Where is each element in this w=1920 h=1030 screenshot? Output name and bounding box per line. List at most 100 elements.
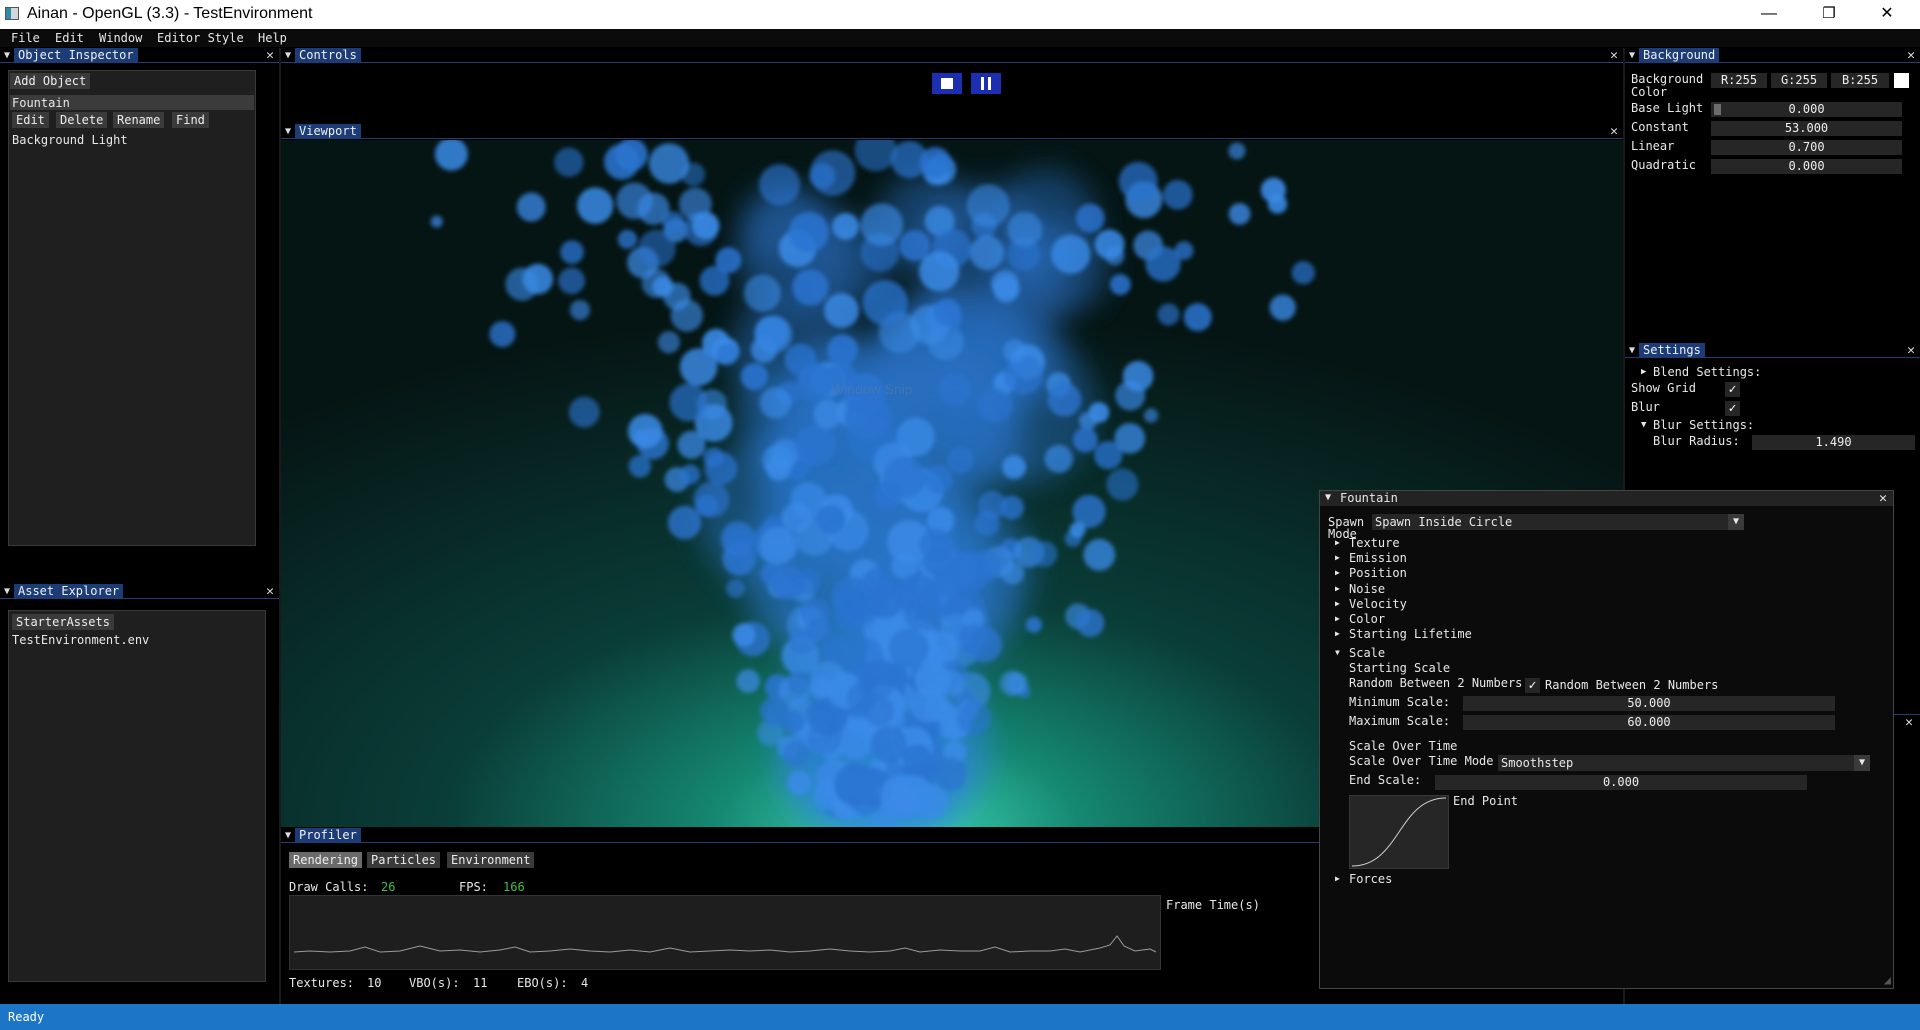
- controls-tab[interactable]: Controls: [295, 48, 361, 63]
- collapse-arrow-icon[interactable]: ▼: [285, 830, 291, 841]
- tab-environment[interactable]: Environment: [447, 852, 535, 868]
- close-icon[interactable]: ✕: [266, 48, 274, 63]
- close-icon[interactable]: ✕: [1610, 48, 1618, 63]
- tab-rendering[interactable]: Rendering: [289, 852, 363, 868]
- close-icon[interactable]: ✕: [1879, 491, 1887, 506]
- expand-arrow-icon[interactable]: ▶: [1335, 584, 1340, 593]
- scale-over-time-label: Scale Over Time: [1349, 739, 1458, 753]
- scale-node[interactable]: Scale: [1349, 646, 1385, 660]
- collapse-arrow-icon[interactable]: ▼: [285, 126, 291, 137]
- section-color[interactable]: Color: [1349, 612, 1385, 626]
- background-panel: ▼ Background ✕ Background Color R:255 G:…: [1625, 48, 1920, 341]
- linear-field[interactable]: 0.700: [1711, 140, 1902, 155]
- maximize-button[interactable]: ❐: [1800, 0, 1858, 29]
- minimize-button[interactable]: —: [1740, 0, 1798, 29]
- stop-icon: [941, 78, 953, 89]
- background-color-label-2: Color: [1631, 85, 1668, 99]
- close-icon[interactable]: ✕: [1907, 343, 1915, 358]
- tab-particles[interactable]: Particles: [367, 852, 441, 868]
- menu-help[interactable]: Help: [258, 31, 287, 45]
- scale-over-time-mode-select[interactable]: Smoothstep ▼: [1498, 755, 1870, 771]
- fountain-header[interactable]: ▼ Fountain ✕: [1320, 491, 1893, 506]
- blur-settings-node[interactable]: Blur Settings:: [1653, 418, 1754, 432]
- section-position[interactable]: Position: [1349, 566, 1407, 580]
- object-item-background-light[interactable]: Background Light: [12, 133, 128, 147]
- file-test-environment[interactable]: TestEnvironment.env: [12, 633, 149, 647]
- forces-node[interactable]: Forces: [1349, 872, 1392, 886]
- chevron-down-icon[interactable]: ▼: [1854, 755, 1870, 771]
- blue-field[interactable]: B:255: [1831, 73, 1889, 88]
- expand-arrow-icon[interactable]: ▶: [1335, 568, 1340, 577]
- close-icon[interactable]: ✕: [1610, 124, 1618, 139]
- collapse-arrow-icon[interactable]: ▼: [1641, 420, 1646, 430]
- blend-settings-node[interactable]: Blend Settings:: [1653, 365, 1761, 379]
- ebos-label: EBO(s):: [517, 976, 568, 990]
- resize-grip-icon[interactable]: ◢: [1884, 973, 1891, 987]
- red-field[interactable]: R:255: [1711, 73, 1767, 88]
- blur-radius-field[interactable]: 1.490: [1752, 435, 1915, 450]
- object-item-fountain[interactable]: Fountain: [12, 96, 70, 110]
- stop-button[interactable]: [932, 73, 962, 94]
- menu-edit[interactable]: Edit: [55, 31, 84, 45]
- slider-grab[interactable]: [1714, 104, 1721, 115]
- collapse-arrow-icon[interactable]: ▼: [4, 50, 10, 61]
- section-velocity[interactable]: Velocity: [1349, 597, 1407, 611]
- spawn-mode-select[interactable]: Spawn Inside Circle ▼: [1372, 514, 1744, 530]
- expand-arrow-icon[interactable]: ▶: [1335, 629, 1340, 638]
- asset-explorer-tab[interactable]: Asset Explorer: [14, 584, 124, 599]
- close-icon[interactable]: ✕: [266, 584, 274, 599]
- textures-label: Textures:: [289, 976, 355, 990]
- expand-arrow-icon[interactable]: ▶: [1335, 553, 1340, 562]
- background-tab[interactable]: Background: [1639, 48, 1720, 63]
- edit-button[interactable]: Edit: [12, 112, 49, 128]
- folder-starter-assets[interactable]: StarterAssets: [12, 614, 114, 630]
- min-scale-label: Minimum Scale:: [1349, 695, 1451, 709]
- window-titlebar: Ainan - OpenGL (3.3) - TestEnvironment —…: [0, 0, 1920, 29]
- ebos-value: 4: [581, 976, 589, 990]
- max-scale-field[interactable]: 60.000: [1463, 715, 1835, 730]
- green-field[interactable]: G:255: [1771, 73, 1827, 88]
- section-emission[interactable]: Emission: [1349, 551, 1407, 565]
- profiler-tab[interactable]: Profiler: [295, 828, 361, 843]
- chevron-down-icon[interactable]: ▼: [1728, 514, 1744, 530]
- frame-time-label: Frame Time(s): [1166, 898, 1260, 912]
- collapse-arrow-icon[interactable]: ▼: [1629, 50, 1635, 61]
- constant-field[interactable]: 53.000: [1711, 121, 1902, 136]
- rename-button[interactable]: Rename: [113, 112, 165, 128]
- close-icon[interactable]: ✕: [1907, 48, 1915, 63]
- blur-checkbox[interactable]: ✓: [1725, 401, 1740, 416]
- scale-curve-editor[interactable]: [1349, 795, 1449, 869]
- collapse-arrow-icon[interactable]: ▼: [4, 586, 10, 597]
- min-scale-field[interactable]: 50.000: [1463, 696, 1835, 711]
- section-noise[interactable]: Noise: [1349, 582, 1385, 596]
- expand-arrow-icon[interactable]: ▶: [1335, 599, 1340, 608]
- expand-arrow-icon[interactable]: ▶: [1335, 874, 1340, 883]
- expand-arrow-icon[interactable]: ▶: [1641, 367, 1646, 377]
- base-light-slider[interactable]: 0.000: [1711, 102, 1902, 117]
- settings-tab[interactable]: Settings: [1639, 343, 1705, 358]
- section-starting-lifetime[interactable]: Starting Lifetime: [1349, 627, 1472, 641]
- section-texture[interactable]: Texture: [1349, 536, 1400, 550]
- close-window-button[interactable]: ✕: [1858, 0, 1916, 29]
- expand-arrow-icon[interactable]: ▶: [1335, 614, 1340, 623]
- color-swatch[interactable]: [1894, 73, 1909, 88]
- find-button[interactable]: Find: [172, 112, 209, 128]
- collapse-arrow-icon[interactable]: ▼: [1325, 492, 1331, 503]
- viewport-tab[interactable]: Viewport: [295, 124, 361, 139]
- close-icon[interactable]: ✕: [1905, 715, 1913, 730]
- collapse-arrow-icon[interactable]: ▼: [1335, 648, 1340, 657]
- expand-arrow-icon[interactable]: ▶: [1335, 538, 1340, 547]
- show-grid-checkbox[interactable]: ✓: [1725, 382, 1740, 397]
- menu-window[interactable]: Window: [99, 31, 142, 45]
- end-scale-field[interactable]: 0.000: [1435, 775, 1807, 790]
- pause-button[interactable]: [971, 73, 1001, 94]
- random-checkbox[interactable]: ✓: [1525, 678, 1540, 693]
- menu-file[interactable]: File: [11, 31, 40, 45]
- object-inspector-tab[interactable]: Object Inspector: [14, 48, 138, 63]
- quadratic-field[interactable]: 0.000: [1711, 159, 1902, 174]
- menu-editor-style[interactable]: Editor Style: [157, 31, 244, 45]
- delete-button[interactable]: Delete: [56, 112, 108, 128]
- add-object-button[interactable]: Add Object: [10, 73, 91, 89]
- collapse-arrow-icon[interactable]: ▼: [1629, 345, 1635, 356]
- collapse-arrow-icon[interactable]: ▼: [285, 50, 291, 61]
